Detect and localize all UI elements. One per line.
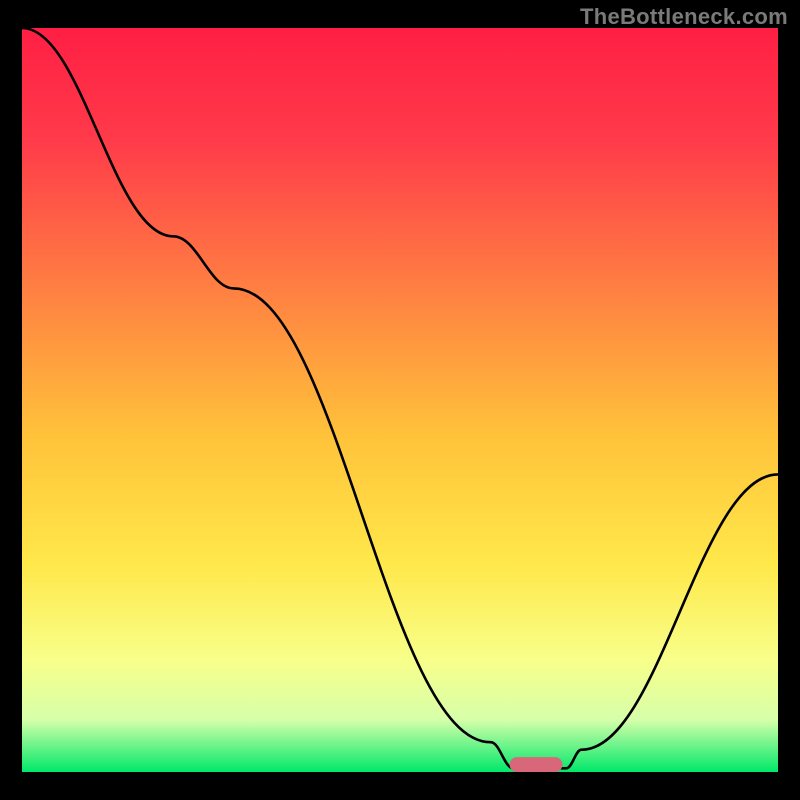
watermark-text: TheBottleneck.com (580, 4, 788, 30)
gradient-background (22, 28, 778, 772)
optimal-range-marker (510, 757, 563, 772)
chart-frame: TheBottleneck.com (0, 0, 800, 800)
bottleneck-chart (22, 28, 778, 772)
plot-area (22, 28, 778, 772)
